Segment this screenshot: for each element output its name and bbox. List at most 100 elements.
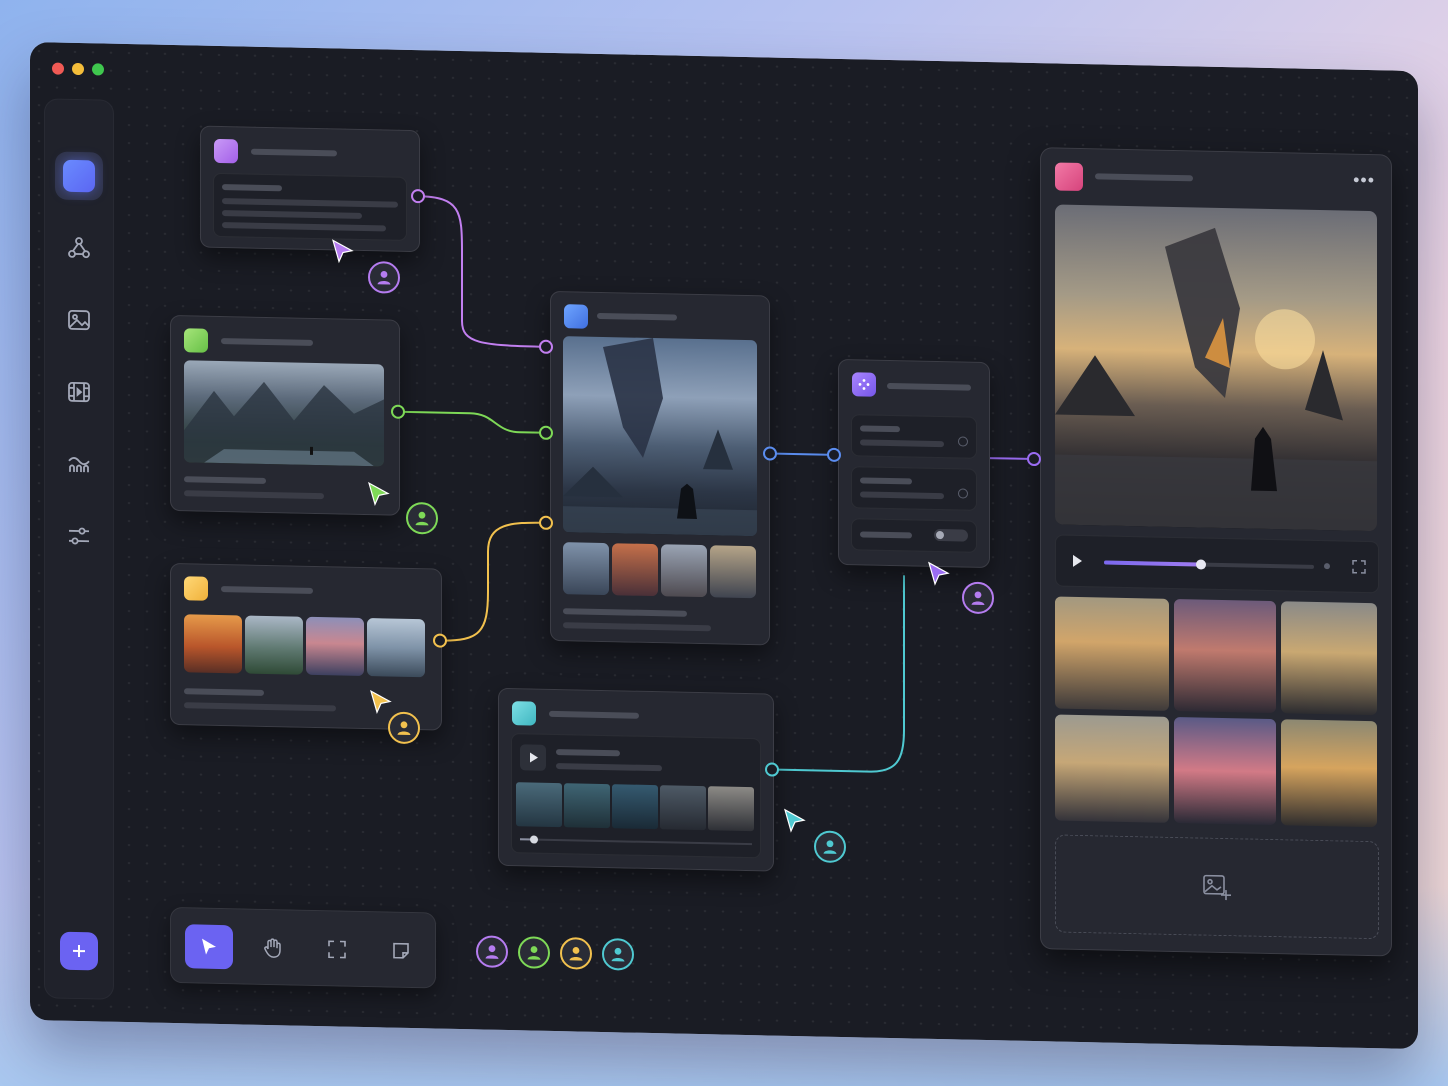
output-panel: ••• — [1040, 147, 1392, 957]
toggle-icon[interactable] — [934, 528, 968, 542]
pointer-icon — [202, 938, 216, 955]
more-icon[interactable]: ••• — [1353, 170, 1375, 190]
node-type-badge — [512, 701, 536, 726]
node-title-placeholder — [221, 338, 313, 346]
node-type-badge — [852, 372, 876, 397]
style-references-node[interactable] — [170, 562, 442, 731]
video-title-line — [556, 749, 620, 757]
compose-prompt-input-port[interactable] — [539, 339, 553, 354]
video-output-port[interactable] — [765, 762, 779, 777]
sidebar-item-nodes[interactable] — [55, 224, 103, 273]
setting-field[interactable] — [851, 414, 977, 459]
style-thumbnail[interactable] — [184, 614, 242, 674]
output-variant-thumbnail[interactable] — [1055, 714, 1169, 823]
video-frame — [564, 783, 610, 829]
settings-node[interactable] — [838, 358, 990, 569]
output-input-port[interactable] — [1027, 451, 1041, 467]
caption-line — [184, 476, 266, 484]
output-variant-thumbnail[interactable] — [1174, 598, 1276, 714]
sidebar-item-images[interactable] — [55, 296, 103, 345]
setting-value — [860, 439, 944, 448]
style-output-port[interactable] — [433, 633, 447, 648]
node-type-badge — [214, 138, 238, 164]
caption-line — [184, 702, 336, 712]
preview-progress-bar[interactable] — [1104, 559, 1314, 570]
setting-value — [860, 491, 944, 500]
node-title-placeholder — [887, 382, 971, 391]
collaborator-avatar[interactable] — [368, 261, 400, 294]
caption-line — [563, 622, 711, 632]
user-icon — [527, 946, 541, 960]
frame-tool-button[interactable] — [313, 927, 361, 972]
compose-image-input-port[interactable] — [539, 425, 553, 440]
sidebar-item-audio[interactable] — [55, 440, 103, 489]
user-icon — [415, 511, 429, 526]
variant-thumbnail[interactable] — [612, 543, 658, 597]
output-variant-thumbnail[interactable] — [1174, 716, 1276, 826]
setting-toggle-row[interactable] — [851, 518, 977, 553]
output-variant-thumbnail[interactable] — [1055, 596, 1169, 711]
add-image-dropzone[interactable] — [1055, 834, 1379, 940]
settings-input-port[interactable] — [827, 447, 841, 462]
output-preview-image — [1055, 204, 1377, 532]
canvas-toolbar — [170, 906, 436, 989]
collaborator-avatar[interactable] — [962, 581, 994, 615]
node-type-badge — [1055, 162, 1083, 192]
prompt-text-area[interactable] — [213, 172, 407, 241]
close-window-button[interactable] — [52, 62, 64, 75]
fullscreen-icon[interactable] — [1352, 559, 1366, 574]
video-frame — [612, 784, 658, 830]
user-icon — [611, 947, 625, 962]
zoom-window-button[interactable] — [92, 63, 104, 76]
hand-tool-button[interactable] — [249, 926, 297, 971]
radio-icon[interactable] — [958, 436, 968, 447]
prompt-output-port[interactable] — [411, 188, 425, 204]
radio-icon[interactable] — [958, 488, 968, 499]
video-node[interactable] — [498, 687, 774, 872]
video-player[interactable] — [511, 733, 761, 859]
variant-thumbnail[interactable] — [710, 545, 756, 599]
output-variant-thumbnail[interactable] — [1281, 719, 1377, 828]
collaborator-cursor — [928, 561, 950, 586]
style-thumbnail[interactable] — [367, 618, 425, 678]
setting-label — [860, 425, 900, 433]
user-icon — [823, 840, 837, 854]
user-icon — [569, 947, 583, 961]
sidebar-item-video[interactable] — [55, 368, 103, 417]
video-scrubber[interactable] — [520, 835, 752, 846]
output-variant-thumbnail[interactable] — [1281, 601, 1377, 716]
collaborator-avatar[interactable] — [388, 711, 420, 745]
compose-output-port[interactable] — [763, 446, 777, 461]
window-controls — [52, 62, 104, 76]
compose-node[interactable] — [550, 290, 770, 646]
setting-label — [860, 477, 912, 485]
node-title-placeholder — [597, 312, 677, 321]
pointer-tool-button[interactable] — [185, 924, 233, 970]
variant-thumbnail[interactable] — [563, 542, 609, 596]
add-button[interactable] — [60, 931, 98, 971]
compose-style-input-port[interactable] — [539, 515, 553, 530]
style-thumbnail[interactable] — [245, 615, 303, 675]
sticky-note-tool-button[interactable] — [377, 928, 425, 973]
collaborator-avatar[interactable] — [560, 937, 592, 970]
collaborator-avatar[interactable] — [602, 937, 634, 971]
collaborator-avatar[interactable] — [814, 830, 846, 864]
play-button[interactable] — [520, 744, 546, 771]
prompt-node[interactable] — [200, 125, 420, 253]
collaborator-avatar[interactable] — [476, 935, 508, 969]
collaborator-avatar[interactable] — [406, 501, 438, 535]
plus-icon — [73, 945, 85, 958]
collaborator-avatar[interactable] — [518, 936, 550, 969]
landscape-output-port[interactable] — [391, 404, 405, 419]
sidebar-item-adjustments[interactable] — [55, 512, 103, 561]
minimize-window-button[interactable] — [72, 62, 84, 76]
node-type-badge — [184, 576, 208, 601]
play-icon[interactable] — [1070, 554, 1084, 568]
text-line — [222, 184, 282, 192]
volume-icon[interactable] — [1324, 563, 1330, 570]
variant-thumbnail[interactable] — [661, 544, 707, 598]
sidebar-item-canvas[interactable] — [55, 151, 103, 201]
film-icon — [68, 381, 90, 403]
style-thumbnail[interactable] — [306, 616, 364, 676]
setting-field[interactable] — [851, 466, 977, 511]
